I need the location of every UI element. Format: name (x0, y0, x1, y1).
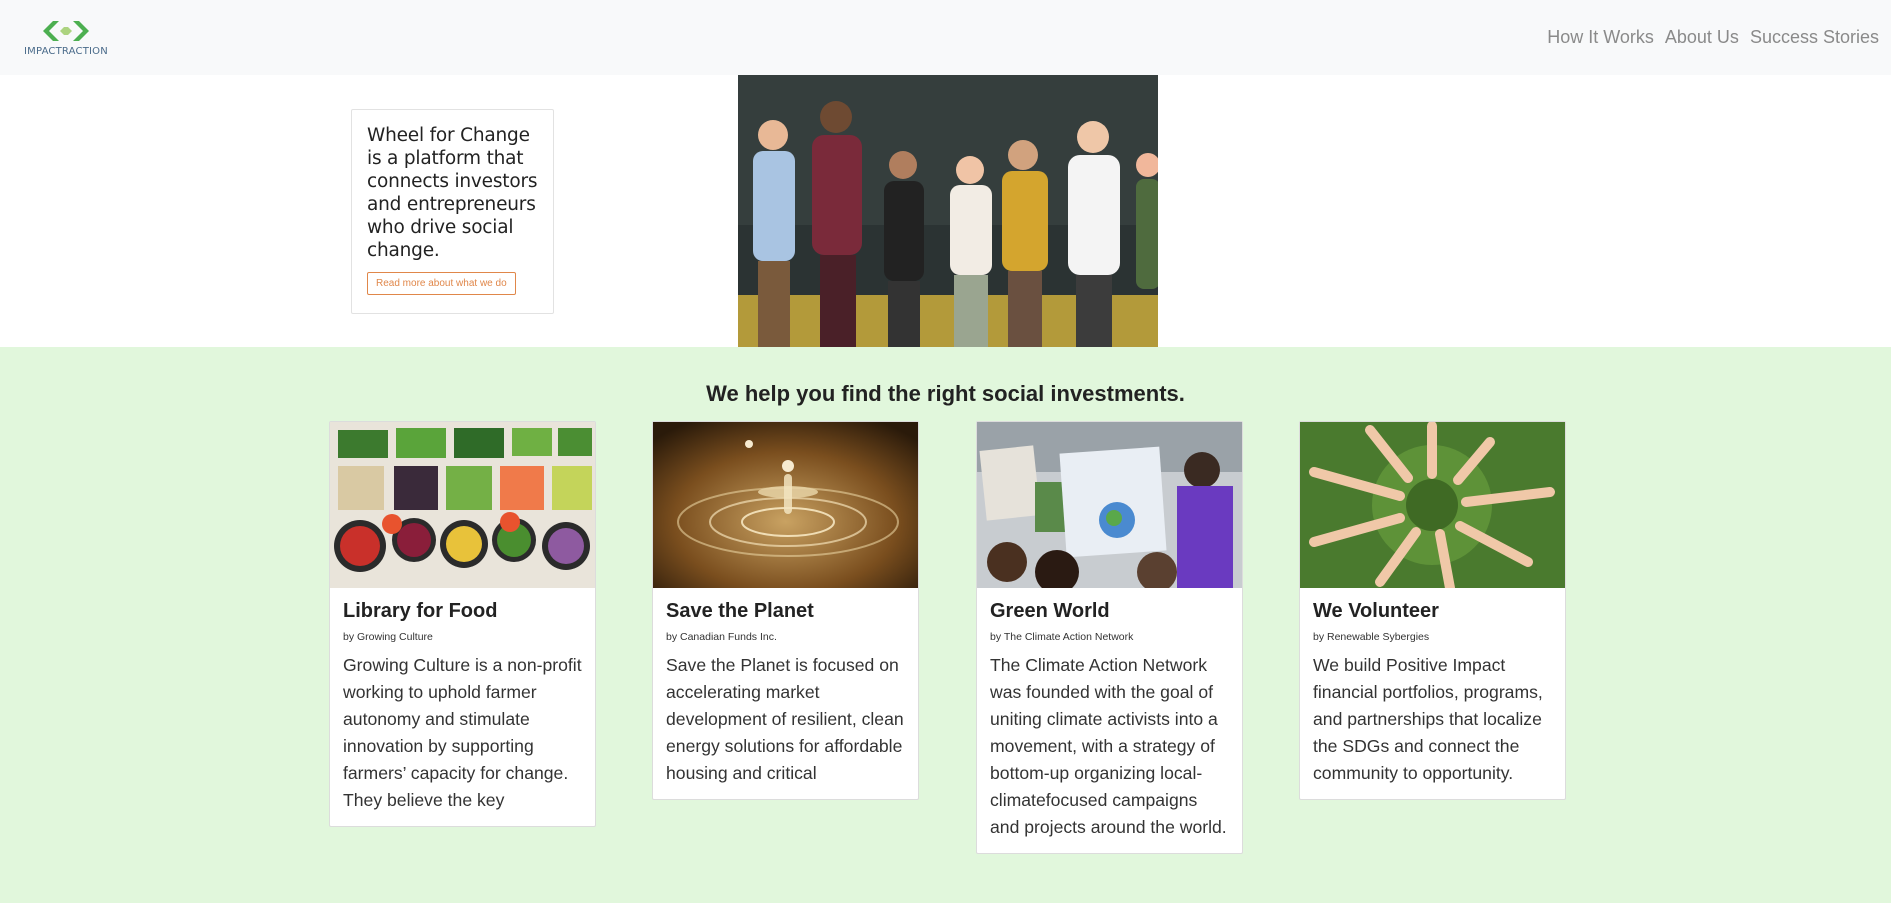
logo-icon (42, 20, 89, 41)
card-description: The Climate Action Network was founded w… (990, 655, 1227, 837)
card-title: Green World (990, 600, 1110, 622)
card-body: We Volunteer by Renewable Sybergies We b… (1300, 588, 1565, 799)
card-organization: by Renewable Sybergies (1313, 631, 1430, 643)
nav-link-about-us[interactable]: About Us (1665, 27, 1739, 48)
card-title: Library for Food (343, 600, 498, 622)
card-organization: by Canadian Funds Inc. (666, 631, 777, 643)
brand-name: IMPACTRACTION (24, 45, 108, 57)
brand-logo[interactable]: IMPACTRACTION (24, 19, 108, 57)
nav-link-success-stories[interactable]: Success Stories (1750, 27, 1879, 48)
card-image-hands-circle (1300, 422, 1565, 588)
card-body: Save the Planet by Canadian Funds Inc. S… (653, 588, 918, 799)
card-organization: by Growing Culture (343, 631, 433, 643)
nav-link-how-it-works[interactable]: How It Works (1547, 27, 1654, 48)
investments-section: We help you find the right social invest… (0, 347, 1891, 903)
card-description: Save the Planet is focused on accelerati… (666, 655, 904, 783)
investment-card-we-volunteer[interactable]: We Volunteer by Renewable Sybergies We b… (1299, 421, 1566, 800)
read-more-button[interactable]: Read more about what we do (367, 272, 516, 295)
card-body: Library for Food by Growing Culture Grow… (330, 588, 595, 826)
nav-links: How It Works About Us Success Stories (1547, 27, 1879, 48)
section-title: We help you find the right social invest… (706, 381, 1185, 406)
card-description: We build Positive Impact financial portf… (1313, 655, 1543, 783)
hero-section: Wheel for Change is a platform that conn… (0, 75, 1891, 347)
card-body: Green World by The Climate Action Networ… (977, 588, 1242, 853)
card-image-climate-protest (977, 422, 1242, 588)
about-text: Wheel for Change is a platform that conn… (367, 125, 538, 261)
investment-card-green-world[interactable]: Green World by The Climate Action Networ… (976, 421, 1243, 854)
card-title: We Volunteer (1313, 600, 1439, 622)
navbar: IMPACTRACTION How It Works About Us Succ… (0, 0, 1891, 75)
card-image-water-drop (653, 422, 918, 588)
investment-card-library-for-food[interactable]: Library for Food by Growing Culture Grow… (329, 421, 596, 827)
about-card: Wheel for Change is a platform that conn… (351, 109, 554, 314)
card-title: Save the Planet (666, 600, 814, 622)
card-description: Growing Culture is a non-profit working … (343, 655, 582, 810)
card-image-vegetables (330, 422, 595, 588)
investment-card-save-the-planet[interactable]: Save the Planet by Canadian Funds Inc. S… (652, 421, 919, 800)
hero-group-photo (738, 75, 1158, 347)
card-organization: by The Climate Action Network (990, 631, 1134, 643)
